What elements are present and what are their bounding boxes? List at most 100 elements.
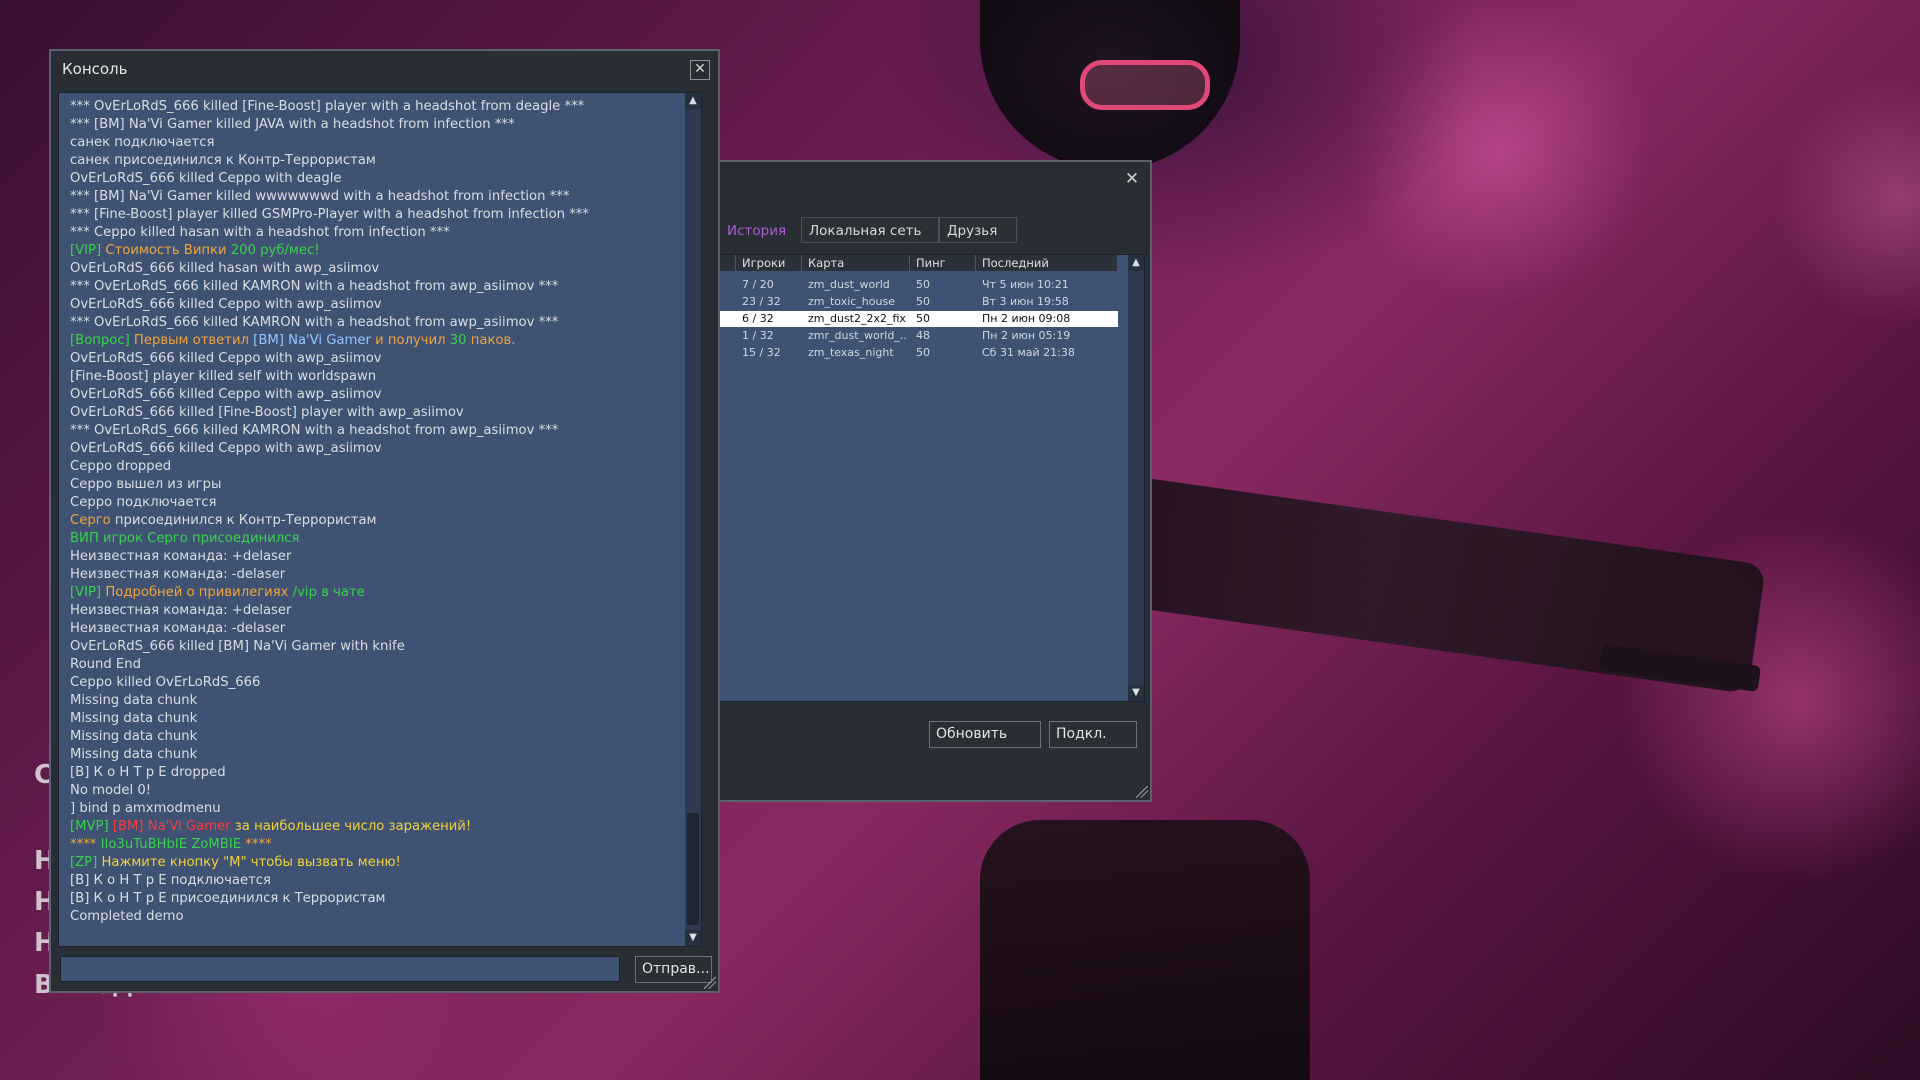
console-line-segment: [VIP]: [70, 585, 106, 600]
resize-grip-icon[interactable]: [1136, 786, 1148, 798]
tab-history[interactable]: История: [719, 217, 801, 243]
console-line-segment: [Вопрос]: [70, 333, 134, 348]
column-header-icon[interactable]: [720, 255, 736, 271]
console-line-segment: ВИП игрок Серго присоединился: [70, 531, 300, 546]
close-icon[interactable]: ✕: [690, 60, 710, 80]
console-line-segment: Серго: [70, 513, 115, 528]
refresh-button[interactable]: Обновить: [929, 721, 1041, 748]
console-line-segment: Missing data chunk: [70, 693, 198, 708]
server-cell-map: zm_dust_world: [808, 278, 890, 291]
scroll-down-icon[interactable]: ▼: [1128, 685, 1144, 701]
console-line: *** [Fine-Boost] player killed GSMPro-Pl…: [70, 206, 701, 224]
server-cell-map: zm_texas_night: [808, 346, 894, 359]
server-cell-map: zm_toxic_house: [808, 295, 895, 308]
console-line: *** Серро killed hasan with a headshot f…: [70, 224, 701, 242]
console-line-segment: ****: [245, 837, 272, 852]
console-line: санек подключается: [70, 134, 701, 152]
console-line-segment: *** OvErLoRdS_666 killed KAMRON with a h…: [70, 279, 559, 294]
console-line-segment: /vip в чате: [292, 585, 365, 600]
server-cell-last: Пн 2 июн 05:19: [982, 329, 1071, 342]
goggles-art: [1080, 60, 1210, 110]
console-line: OvErLoRdS_666 killed hasan with awp_asii…: [70, 260, 701, 278]
server-row[interactable]: 23 / 32 zm_toxic_house 50 Вт 3 июн 19:58: [720, 294, 1118, 310]
console-command-input[interactable]: [60, 956, 620, 982]
column-header-last[interactable]: Последний: [976, 255, 1118, 271]
column-header-players[interactable]: Игроки: [736, 255, 802, 271]
console-line: **** IIo3uTuBHbIE ZoMBIE ****: [70, 836, 701, 854]
close-icon[interactable]: ✕: [1123, 171, 1141, 189]
console-line-segment: 200 руб/мес!: [230, 243, 320, 258]
console-line-segment: IIo3uTuBHbIE ZoMBIE: [100, 837, 246, 852]
console-line: [B] К о Н Т р Е присоединился к Террорис…: [70, 890, 701, 908]
console-line: *** [BM] Na'Vi Gamer killed wwwwwwwd wit…: [70, 188, 701, 206]
server-row[interactable]: 6 / 32 zm_dust2_2x2_fix... 50 Пн 2 июн 09:0…: [720, 311, 1118, 327]
console-line: Round End: [70, 656, 701, 674]
console-line-segment: *** OvErLoRdS_666 killed KAMRON with a h…: [70, 423, 559, 438]
console-line-segment: OvErLoRdS_666 killed [BM] Na'Vi Gamer wi…: [70, 639, 405, 654]
console-line-segment: Серро подключается: [70, 495, 217, 510]
server-cell-last: Чт 5 июн 10:21: [982, 278, 1069, 291]
console-line-segment: Нажмите кнопку "M" чтобы вызвать меню!: [101, 855, 401, 870]
scroll-down-icon[interactable]: ▼: [685, 930, 701, 946]
server-cell-last: Сб 31 май 21:38: [982, 346, 1075, 359]
server-cell-last: Вт 3 июн 19:58: [982, 295, 1069, 308]
console-log: *** OvErLoRdS_666 killed [Fine-Boost] pl…: [58, 92, 702, 947]
console-line: [MVP] [BM] Na'Vi Gamer за наибольшее чис…: [70, 818, 701, 836]
server-row[interactable]: 15 / 32 zm_texas_night 50 Сб 31 май 21:38: [720, 345, 1118, 361]
console-line: Неизвестная команда: +delaser: [70, 548, 701, 566]
console-line: Серро dropped: [70, 458, 701, 476]
console-line-segment: 30: [449, 333, 471, 348]
scroll-up-icon[interactable]: ▲: [1128, 255, 1144, 271]
server-cell-ping: 50: [916, 295, 930, 308]
console-line-segment: Неизвестная команда: -delaser: [70, 567, 286, 582]
server-cell-ping: 50: [916, 346, 930, 359]
console-line: [Fine-Boost] player killed self with wor…: [70, 368, 701, 386]
console-line: [Вопрос] Первым ответил [BM] Na'Vi Gamer…: [70, 332, 701, 350]
console-line-segment: Неизвестная команда: +delaser: [70, 603, 292, 618]
console-line: Missing data chunk: [70, 710, 701, 728]
console-line-segment: присоединился к Контр-Террористам: [114, 513, 377, 528]
console-line-segment: *** OvErLoRdS_666 killed [Fine-Boost] pl…: [70, 99, 585, 114]
console-line-segment: *** OvErLoRdS_666 killed KAMRON with a h…: [70, 315, 559, 330]
console-line-segment: *** [BM] Na'Vi Gamer killed wwwwwwwd wit…: [70, 189, 570, 204]
console-line: [ZP] Нажмите кнопку "M" чтобы вызвать ме…: [70, 854, 701, 872]
server-cell-players: 7 / 20: [742, 278, 774, 291]
console-line: ] bind p amxmodmenu: [70, 800, 701, 818]
console-line-segment: Неизвестная команда: -delaser: [70, 621, 286, 636]
console-line: Неизвестная команда: +delaser: [70, 602, 701, 620]
console-line-segment: *** Серро killed hasan with a headshot f…: [70, 225, 450, 240]
console-line-segment: OvErLoRdS_666 killed [Fine-Boost] player…: [70, 405, 464, 420]
console-scrollbar[interactable]: ▲ ▼: [685, 93, 701, 946]
console-line-segment: [Fine-Boost] player killed self with wor…: [70, 369, 377, 384]
console-line-segment: OvErLoRdS_666 killed Серро with awp_asii…: [70, 387, 382, 402]
console-line-segment: Подробней о привилегиях: [105, 585, 293, 600]
console-line-segment: Неизвестная команда: +delaser: [70, 549, 292, 564]
soldier-torso-art: [980, 820, 1310, 1080]
console-line: Серро подключается: [70, 494, 701, 512]
resize-grip-icon[interactable]: [704, 977, 716, 989]
console-line-segment: OvErLoRdS_666 killed Серро with deagle: [70, 171, 342, 186]
console-line-segment: [BM] Na'Vi Gamer: [112, 819, 235, 834]
console-line-segment: Missing data chunk: [70, 747, 198, 762]
console-line-segment: OvErLoRdS_666 killed hasan with awp_asii…: [70, 261, 380, 276]
scroll-thumb[interactable]: [687, 813, 699, 925]
console-line: Неизвестная команда: -delaser: [70, 566, 701, 584]
scroll-up-icon[interactable]: ▲: [685, 93, 701, 109]
connect-button[interactable]: Подкл.: [1049, 721, 1137, 748]
server-row[interactable]: 7 / 20 zm_dust_world 50 Чт 5 июн 10:21: [720, 277, 1118, 293]
server-cell-ping: 48: [916, 329, 930, 342]
console-line: [B] К о Н Т р Е dropped: [70, 764, 701, 782]
tab-lan[interactable]: Локальная сеть: [801, 217, 939, 243]
console-title: Консоль: [62, 60, 128, 78]
console-line: OvErLoRdS_666 killed [Fine-Boost] player…: [70, 404, 701, 422]
tab-friends[interactable]: Друзья: [939, 217, 1017, 243]
console-line-segment: [MVP]: [70, 819, 113, 834]
column-header-ping[interactable]: Пинг: [910, 255, 976, 271]
server-row[interactable]: 1 / 32 zmr_dust_world_... 48 Пн 2 июн 05:19: [720, 328, 1118, 344]
server-list-scrollbar[interactable]: ▲ ▼: [1128, 255, 1144, 701]
send-button[interactable]: Отправ...: [635, 956, 712, 983]
console-line: Неизвестная команда: -delaser: [70, 620, 701, 638]
column-header-map[interactable]: Карта: [802, 255, 910, 271]
console-line-segment: Missing data chunk: [70, 729, 198, 744]
console-line-segment: и получил: [375, 333, 450, 348]
